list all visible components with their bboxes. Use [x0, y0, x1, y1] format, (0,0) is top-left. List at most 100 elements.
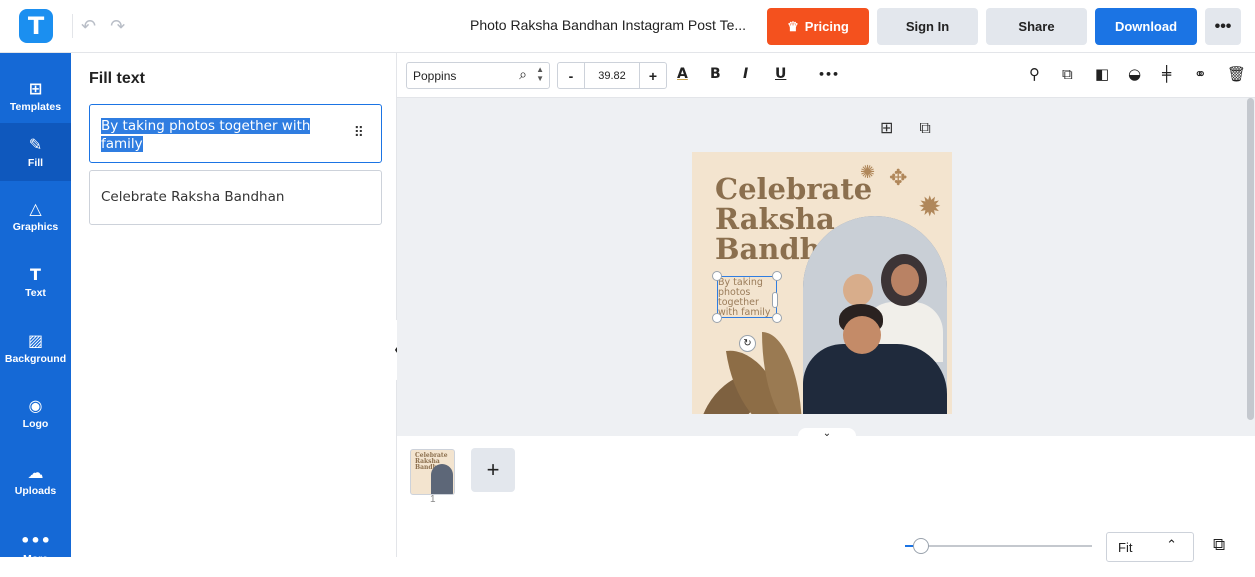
sidebar-item-background[interactable]: ▨ Background — [0, 319, 71, 377]
zoom-select[interactable]: Fit ⌃ — [1106, 532, 1194, 562]
increase-size-button[interactable]: + — [640, 68, 666, 84]
more-icon: ••• — [20, 530, 51, 550]
drag-handle-icon[interactable]: ⠿ — [354, 125, 364, 141]
redo-icon[interactable]: ↷ — [110, 16, 125, 37]
resize-handle[interactable] — [772, 313, 782, 323]
design-canvas[interactable]: Celebrate Raksha Bandhan ✺ ✥ ✹ By taking… — [692, 152, 952, 414]
text-toolbar: Poppins ⌕ ▲ ▼ - 39.82 + A B I U ••• ⚲ ⧉ ◧… — [397, 53, 1255, 98]
pricing-button[interactable]: ♛ Pricing — [767, 8, 869, 45]
sidebar-item-label: Fill — [27, 156, 44, 169]
sidebar-item-label: Uploads — [14, 484, 57, 497]
sign-in-button[interactable]: Sign In — [877, 8, 978, 45]
fill-text-field-2[interactable]: Celebrate Raksha Bandhan — [89, 170, 382, 225]
photo-man-face — [843, 316, 881, 354]
font-name: Poppins — [413, 68, 457, 83]
font-size-input[interactable]: 39.82 — [584, 63, 640, 88]
sidebar-item-label: Graphics — [12, 220, 59, 233]
upload-cloud-icon: ☁ — [27, 462, 44, 482]
trash-icon[interactable]: 🗑 — [1227, 65, 1246, 83]
fill-text-field-1[interactable]: By taking photos together with family ⠿ — [89, 104, 382, 163]
templates-icon: ⊞ — [28, 78, 43, 98]
resize-handle[interactable] — [772, 271, 782, 281]
app-logo[interactable]: T — [19, 9, 53, 43]
add-page-icon[interactable]: ⊞ — [880, 118, 893, 138]
download-button[interactable]: Download — [1095, 8, 1197, 45]
resize-handle[interactable] — [772, 292, 778, 308]
sidebar-item-label: Templates — [9, 100, 62, 113]
sidebar-item-fill[interactable]: ✎ Fill — [0, 123, 71, 181]
sidebar-item-label: Background — [4, 352, 67, 365]
duplicate-icon[interactable]: ⧉ — [1062, 65, 1073, 83]
photo-woman-face — [891, 264, 919, 296]
resize-handle[interactable] — [712, 313, 722, 323]
sidebar-item-text[interactable]: T Text — [0, 253, 71, 311]
sidebar-item-uploads[interactable]: ☁ Uploads — [0, 451, 71, 509]
align-icon[interactable]: ╪ — [1162, 65, 1171, 83]
family-photo[interactable] — [803, 216, 947, 414]
selection-box[interactable] — [717, 276, 777, 318]
sidebar-item-graphics[interactable]: △ Graphics — [0, 187, 71, 245]
selected-text[interactable]: By taking photos together with family — [101, 117, 327, 153]
sidebar-item-label: Logo — [22, 417, 49, 430]
copy-page-icon[interactable]: ⧉ — [919, 118, 930, 138]
left-sidebar: ⊞ Templates ✎ Fill △ Graphics T Text ▨ B… — [0, 53, 71, 565]
photo-man-body — [803, 344, 947, 414]
undo-redo-group: ↶ ↷ — [72, 14, 125, 38]
more-options-button[interactable]: ••• — [1205, 8, 1241, 45]
zoom-slider-fill — [905, 545, 913, 547]
top-bar: T ↶ ↷ Photo Raksha Bandhan Instagram Pos… — [0, 0, 1255, 53]
canvas-scrollbar[interactable] — [1247, 98, 1254, 420]
sidebar-item-more[interactable]: ••• More — [0, 519, 71, 577]
pencil-icon: ✎ — [28, 134, 43, 154]
sparkle-ornament: ✺ — [860, 162, 876, 183]
paint-roller-icon[interactable]: ⚲ — [1029, 65, 1040, 83]
link-icon[interactable]: ⚭ — [1194, 65, 1207, 83]
share-button[interactable]: Share — [986, 8, 1087, 45]
page-thumbnail[interactable]: Celebrate Raksha Bandhan — [410, 449, 455, 495]
text-icon: T — [30, 264, 41, 284]
resize-handle[interactable] — [712, 271, 722, 281]
undo-icon[interactable]: ↶ — [81, 16, 96, 37]
thumbnail-photo — [431, 464, 453, 494]
flower-ornament: ✥ — [889, 166, 908, 191]
more-text-options-button[interactable]: ••• — [818, 68, 839, 81]
fill-text-panel: Fill text By taking photos together with… — [71, 53, 397, 557]
font-size-control: - 39.82 + — [557, 62, 667, 89]
bold-button[interactable]: B — [710, 66, 721, 82]
search-icon[interactable]: ⌕ — [519, 66, 527, 83]
rotate-icon[interactable]: ↻ — [739, 335, 756, 352]
logo-icon: ◉ — [28, 395, 43, 415]
background-icon: ▨ — [27, 330, 44, 350]
chevron-down-icon: ⌄ — [822, 428, 832, 439]
zoom-slider-track[interactable] — [906, 545, 1092, 547]
page-count-icon[interactable]: ⧉ — [1213, 535, 1225, 555]
font-family-select[interactable]: Poppins ⌕ ▲ ▼ — [406, 62, 550, 89]
panel-title: Fill text — [89, 70, 146, 87]
canvas-tools: ⊞ ⧉ — [880, 118, 931, 138]
sidebar-item-label: More — [22, 552, 49, 565]
field-value: Celebrate Raksha Bandhan — [101, 189, 285, 205]
pricing-label: Pricing — [804, 19, 849, 34]
photo-baby — [843, 274, 873, 306]
zoom-slider-knob[interactable] — [913, 538, 929, 554]
page-number: 1 — [430, 494, 436, 505]
field-value: By taking photos together with family — [101, 118, 311, 152]
document-title[interactable]: Photo Raksha Bandhan Instagram Post Te..… — [470, 17, 746, 33]
layer-icon[interactable]: ◧ — [1095, 65, 1109, 83]
add-page-button[interactable]: + — [471, 448, 515, 492]
text-color-button[interactable]: A — [677, 66, 688, 82]
zoom-value: Fit — [1118, 539, 1133, 555]
expand-pages-button[interactable]: ⌄ — [798, 428, 856, 444]
opacity-icon[interactable]: ◒ — [1128, 65, 1141, 83]
font-spinner-icon[interactable]: ▲ ▼ — [536, 65, 544, 83]
sidebar-item-logo[interactable]: ◉ Logo — [0, 384, 71, 442]
canvas-area: ⊞ ⧉ Celebrate Raksha Bandhan ✺ ✥ ✹ By ta… — [397, 98, 1255, 436]
sidebar-item-templates[interactable]: ⊞ Templates — [0, 67, 71, 125]
chevron-up-icon: ⌃ — [1166, 538, 1177, 553]
italic-button[interactable]: I — [743, 66, 748, 82]
crown-icon: ♛ — [787, 18, 799, 34]
decrease-size-button[interactable]: - — [558, 68, 584, 84]
underline-button[interactable]: U — [775, 66, 786, 82]
sidebar-item-label: Text — [25, 286, 46, 299]
logo-letter: T — [27, 12, 45, 40]
